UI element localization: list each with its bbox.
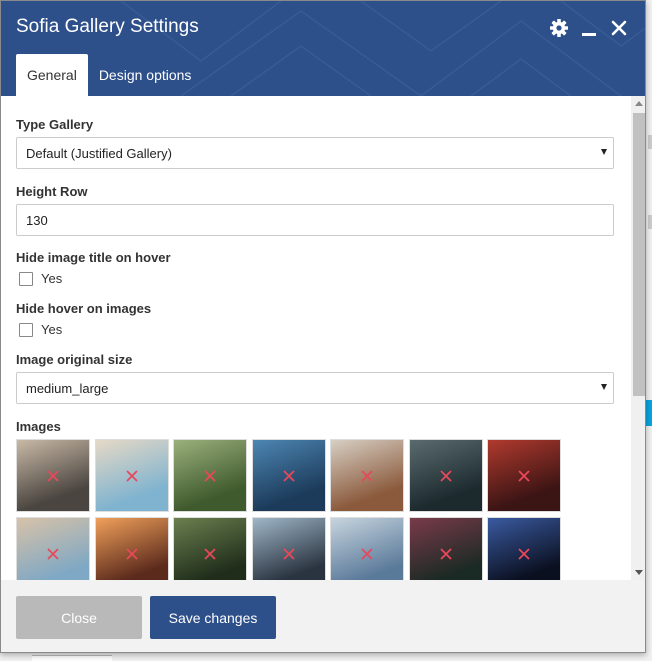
gallery-image-thumbnail[interactable]: [94, 439, 169, 512]
broken-image-icon: [439, 470, 452, 482]
hide-title-option-label: Yes: [41, 271, 63, 286]
broken-image-icon: [125, 548, 138, 560]
gallery-image-thumbnail[interactable]: [16, 439, 90, 512]
backdrop-divider: [648, 215, 652, 229]
close-button[interactable]: Close: [16, 596, 142, 639]
hide-title-checkbox-row[interactable]: Yes: [19, 271, 62, 286]
broken-image-icon: [282, 548, 295, 560]
hide-hover-label: Hide hover on images: [16, 301, 152, 316]
gear-icon[interactable]: [549, 17, 569, 39]
type-gallery-select[interactable]: Default (Justified Gallery): [16, 137, 614, 169]
chevron-down-icon: [601, 384, 607, 390]
scroll-up-arrow-icon[interactable]: [635, 101, 643, 106]
gallery-image-thumbnail[interactable]: [94, 517, 169, 580]
gallery-settings-dialog: Sofia Gallery Settings General Design op…: [0, 0, 646, 653]
backdrop-button-edge: [32, 655, 112, 661]
dialog-header[interactable]: Sofia Gallery Settings General Design op…: [1, 1, 645, 96]
gallery-image-thumbnail[interactable]: [408, 517, 483, 580]
image-size-value: medium_large: [26, 380, 109, 396]
scrollbar-thumb[interactable]: [633, 113, 645, 396]
gallery-image-thumbnail[interactable]: [251, 439, 326, 512]
gallery-image-thumbnail[interactable]: [330, 439, 404, 512]
backdrop-divider: [648, 135, 652, 149]
hide-hover-option-label: Yes: [41, 322, 63, 337]
type-gallery-label: Type Gallery: [16, 117, 94, 132]
dialog-title: Sofia Gallery Settings: [16, 16, 199, 37]
broken-image-icon: [125, 470, 138, 482]
height-row-input[interactable]: 130: [16, 204, 614, 236]
height-row-value: 130: [26, 212, 48, 228]
images-label: Images: [16, 419, 61, 434]
close-icon[interactable]: [609, 17, 629, 39]
scroll-down-arrow-icon[interactable]: [635, 570, 643, 575]
backdrop-tab-edge: [646, 400, 652, 426]
gallery-image-thumbnail[interactable]: [487, 439, 561, 512]
gallery-image-thumbnail[interactable]: [330, 517, 404, 580]
image-size-label: Image original size: [16, 352, 133, 367]
hide-title-label: Hide image title on hover: [16, 250, 171, 265]
gallery-image-thumbnail[interactable]: [173, 517, 247, 580]
image-size-select[interactable]: medium_large: [16, 372, 614, 404]
gallery-image-thumbnail[interactable]: [487, 517, 561, 580]
gallery-image-thumbnail[interactable]: [251, 517, 326, 580]
type-gallery-value: Default (Justified Gallery): [26, 145, 172, 161]
chevron-down-icon: [601, 149, 607, 155]
gallery-image-thumbnail[interactable]: [16, 517, 90, 580]
dialog-body: Type Gallery Default (Justified Gallery)…: [1, 96, 631, 580]
broken-image-icon: [47, 548, 59, 560]
dialog-footer: Close Save changes: [1, 580, 645, 652]
gallery-image-thumbnail[interactable]: [173, 439, 247, 512]
tab-general[interactable]: General: [16, 54, 88, 96]
broken-image-icon: [204, 470, 216, 482]
minimize-icon[interactable]: [579, 17, 599, 39]
broken-image-icon: [361, 548, 373, 560]
broken-image-icon: [518, 470, 530, 482]
broken-image-icon: [47, 470, 59, 482]
gallery-image-thumbnail[interactable]: [408, 439, 483, 512]
height-row-label: Height Row: [16, 184, 88, 199]
broken-image-icon: [518, 548, 530, 560]
hide-hover-checkbox[interactable]: [19, 322, 33, 337]
vertical-scrollbar[interactable]: [631, 96, 645, 580]
tab-bar: General Design options: [16, 54, 202, 96]
hide-hover-checkbox-row[interactable]: Yes: [19, 322, 62, 337]
broken-image-icon: [204, 548, 216, 560]
hide-title-checkbox[interactable]: [19, 271, 33, 286]
save-changes-button[interactable]: Save changes: [150, 596, 276, 639]
broken-image-icon: [361, 470, 373, 482]
broken-image-icon: [282, 470, 295, 482]
broken-image-icon: [439, 548, 452, 560]
tab-design-options[interactable]: Design options: [88, 54, 203, 96]
